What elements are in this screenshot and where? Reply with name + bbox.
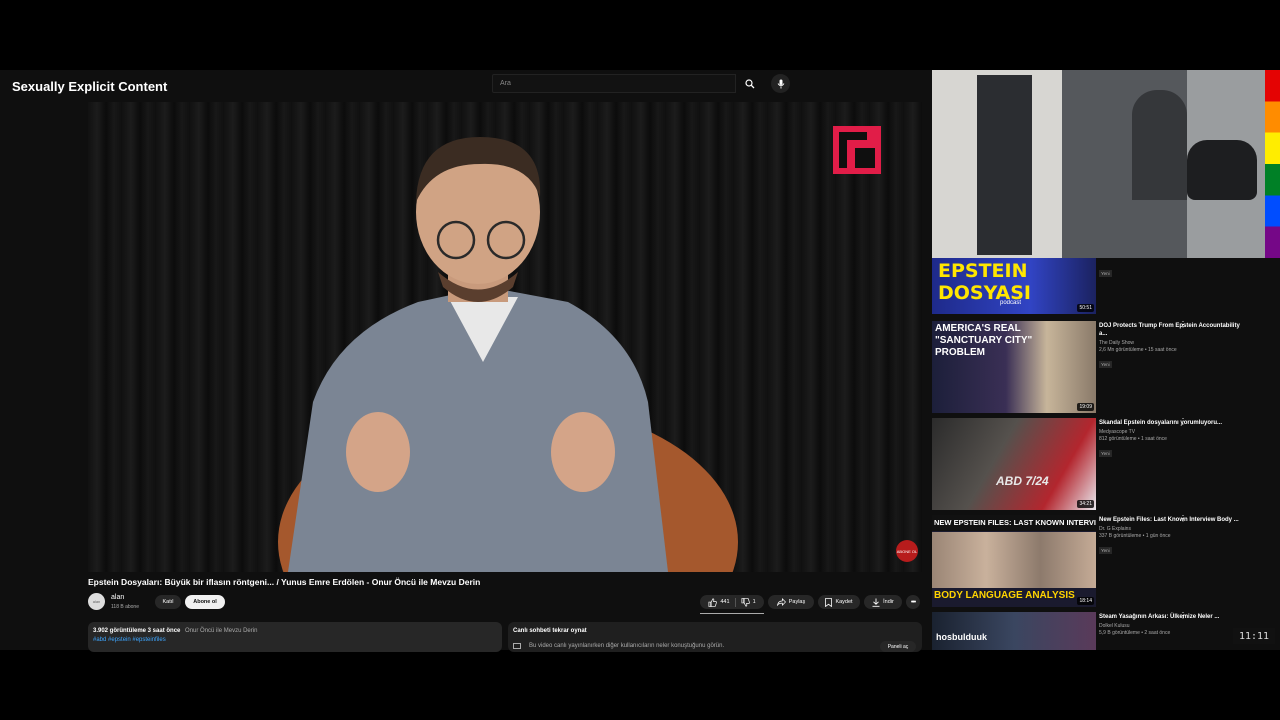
channel-avatar[interactable]: alan — [88, 593, 105, 610]
download-button[interactable]: İndir — [864, 595, 902, 609]
more-vertical-icon[interactable]: ⋮ — [1179, 320, 1187, 329]
recommendation-thumbnail[interactable]: hosbulduuk — [932, 612, 1096, 650]
webcam-overlay — [932, 70, 1265, 258]
thumbnail-text: ABD 7/24 — [996, 474, 1049, 488]
recommendation-thumbnail[interactable]: EPSTEIN DOSYASI podcast 50:51 — [932, 258, 1096, 314]
recommendation-info[interactable]: Steam Yasağının Arkası: Ülkemize Neler .… — [1099, 613, 1249, 636]
recommendations-sidebar: EPSTEIN DOSYASI podcast 50:51 Yeni AMERI… — [932, 258, 1280, 650]
description-box[interactable]: 3.902 görüntüleme 3 saat önce Onur Öncü … — [88, 622, 502, 652]
more-vertical-icon[interactable]: ⋮ — [1179, 514, 1187, 523]
more-actions-button[interactable]: ••• — [906, 595, 920, 609]
more-vertical-icon[interactable]: ⋮ — [1179, 417, 1187, 426]
thumbnail-text: EPSTEIN DOSYASI — [938, 260, 1032, 304]
thumbnail-text: NEW EPSTEIN FILES: LAST KNOWN INTERVIEW — [932, 515, 1096, 531]
open-panel-button[interactable]: Paneli aç — [880, 641, 916, 652]
pride-flag — [1265, 70, 1280, 258]
channel-logo — [833, 126, 881, 174]
view-stats: 3.902 görüntüleme 3 saat önce — [93, 628, 181, 634]
recommendation-channel[interactable]: Medyascope TV — [1099, 429, 1249, 435]
video-duration: 50:51 — [1077, 304, 1094, 312]
recommendation-info[interactable]: DOJ Protects Trump From Epstein Accounta… — [1099, 322, 1249, 371]
download-icon — [872, 598, 880, 607]
recommendation-channel[interactable]: The Daily Show — [1099, 340, 1249, 346]
recommendation-channel[interactable]: Dr. G Explains — [1099, 526, 1249, 532]
download-label: İndir — [883, 599, 894, 605]
recommendation-thumbnail[interactable]: NEW EPSTEIN FILES: LAST KNOWN INTERVIEW … — [932, 515, 1096, 607]
thumbnail-text: AMERICA'S REAL "SANCTUARY CITY" PROBLEM — [935, 323, 1033, 358]
search-button[interactable] — [738, 74, 762, 93]
speaker-figure — [278, 137, 738, 572]
thumbs-down-icon — [741, 597, 750, 607]
like-button[interactable]: 441 — [708, 597, 730, 607]
join-button[interactable]: Katıl — [155, 595, 181, 609]
dislike-button[interactable]: 1 — [734, 597, 756, 607]
recommendation-info[interactable]: Skandal Epstein dosyalarını yorumluyoru.… — [1099, 419, 1249, 460]
share-button[interactable]: Paylaş — [768, 595, 814, 609]
chat-replay-title: Canlı sohbeti tekrar oynat — [513, 628, 587, 634]
video-duration: 19:09 — [1077, 403, 1094, 411]
channel-name[interactable]: alan — [111, 594, 124, 601]
search-input[interactable]: Ara — [492, 74, 736, 93]
recommendation-meta: 2,6 Mn görüntüleme • 15 saat önce — [1099, 347, 1177, 353]
video-player[interactable]: ABONE OL — [88, 102, 922, 572]
save-label: Kaydet — [835, 599, 853, 605]
like-count: 441 — [720, 599, 730, 605]
recommendation-title[interactable]: Steam Yasağının Arkası: Ülkemize Neler .… — [1099, 613, 1249, 621]
video-duration: 34:21 — [1077, 500, 1094, 508]
video-title: Epstein Dosyaları: Büyük bir iflasın rön… — [88, 577, 481, 587]
recommendation-meta: 337 B görüntüleme • 1 gün önce — [1099, 533, 1171, 539]
new-badge: Yeni — [1099, 450, 1112, 457]
share-label: Paylaş — [788, 599, 806, 605]
more-horizontal-icon: ••• — [910, 598, 916, 606]
recommendation-channel[interactable]: Dolkel Kulusu — [1099, 623, 1249, 629]
dislike-count: 1 — [752, 599, 756, 605]
bookmark-icon — [825, 597, 833, 607]
subscriber-count: 118 B abone — [111, 604, 139, 610]
subscribe-watermark-badge[interactable]: ABONE OL — [896, 540, 918, 562]
thumbnail-text: hosbulduuk — [936, 632, 987, 642]
like-progress-underline — [700, 613, 764, 614]
save-button[interactable]: Kaydet — [818, 595, 860, 609]
new-badge: Yeni — [1099, 361, 1112, 368]
more-vertical-icon[interactable]: ⋮ — [1179, 611, 1187, 620]
thumbs-up-icon — [708, 597, 718, 607]
microphone-icon — [777, 79, 784, 88]
recommendation-title[interactable]: Skandal Epstein dosyalarını yorumluyoru.… — [1099, 419, 1249, 427]
recommendation-meta: 5,9 B görüntüleme • 2 saat önce — [1099, 630, 1171, 636]
new-badge: Yeni — [1099, 270, 1112, 277]
chat-icon — [513, 643, 521, 649]
chat-replay-text: Bu video canlı yayınlanırken diğer kulla… — [529, 643, 725, 649]
recommendation-thumbnail[interactable]: AMERICA'S REAL "SANCTUARY CITY" PROBLEM … — [932, 321, 1096, 413]
voice-search-button[interactable] — [771, 74, 790, 93]
show-name: Onur Öncü ile Mevzu Derin — [185, 628, 258, 634]
subscribe-button[interactable]: Abone ol — [185, 595, 225, 609]
live-chat-replay-box: Canlı sohbeti tekrar oynat Bu video canl… — [508, 622, 922, 652]
video-duration: 18:14 — [1077, 597, 1094, 605]
search-icon — [745, 78, 755, 88]
hashtags[interactable]: #abd #epstein #epsteinfiles — [93, 637, 166, 643]
overlay-warning-title: Sexually Explicit Content — [12, 79, 168, 94]
recommendation-title[interactable]: DOJ Protects Trump From Epstein Accounta… — [1099, 322, 1249, 338]
thumbnail-subtext: podcast — [1000, 300, 1022, 306]
recommendation-thumbnail[interactable]: ABD 7/24 34:21 — [932, 418, 1096, 510]
share-icon — [776, 598, 786, 606]
recommendation-meta: 812 görüntüleme • 1 saat önce — [1099, 436, 1167, 442]
thumbnail-subtext: BODY LANGUAGE ANALYSIS — [934, 590, 1075, 601]
clock-overlay: 11:11 — [1233, 628, 1275, 644]
like-dislike-group: 441 1 — [700, 595, 764, 609]
recommendation-title[interactable]: New Epstein Files: Last Known Interview … — [1099, 516, 1249, 524]
new-badge: Yeni — [1099, 547, 1112, 554]
recommendation-info[interactable]: New Epstein Files: Last Known Interview … — [1099, 516, 1249, 557]
